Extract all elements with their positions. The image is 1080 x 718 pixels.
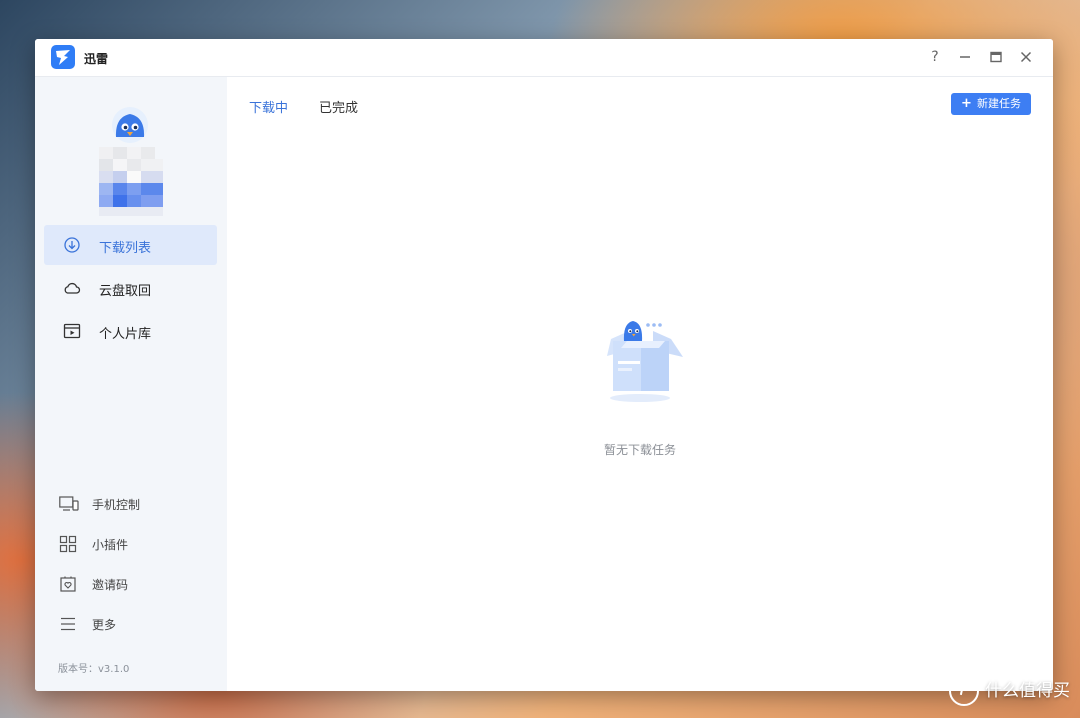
thunder-logo-icon: [51, 45, 75, 69]
sidebar-item-label: 邀请码: [92, 578, 129, 592]
sidebar-item-download-list[interactable]: 下载列表: [44, 225, 217, 265]
devices-icon: [59, 495, 79, 513]
menu-icon: [59, 615, 77, 633]
new-task-button[interactable]: + 新建任务: [951, 93, 1031, 115]
watermark-logo-icon: [949, 676, 979, 706]
main-content: 下载中 已完成 + 新建任务 暂无下载任务: [227, 77, 1053, 691]
gift-icon: [59, 575, 77, 593]
sidebar-item-label: 云盘取回: [99, 284, 152, 299]
empty-state-text: 暂无下载任务: [603, 443, 676, 457]
plus-icon: +: [961, 96, 972, 111]
sidebar-item-cloud-retrieve[interactable]: 云盘取回: [44, 268, 217, 308]
app-window: 迅雷 ? 下载列表 云盘取回 个人片库 手机控制 小插件 邀请码 更多 版本号：…: [35, 39, 1053, 691]
minimize-button[interactable]: [955, 47, 975, 67]
download-circle-icon: [63, 236, 81, 254]
sidebar-item-label: 手机控制: [92, 498, 141, 512]
sidebar-item-more[interactable]: 更多: [59, 613, 209, 635]
grid-icon: [59, 535, 77, 553]
tab-downloading[interactable]: 下载中: [249, 97, 288, 116]
app-title: 迅雷: [84, 52, 109, 66]
sidebar-item-phone-control[interactable]: 手机控制: [59, 493, 209, 515]
version-label: 版本号：v3.1.0: [58, 664, 130, 675]
tab-completed[interactable]: 已完成: [319, 97, 358, 116]
sidebar-item-label: 小插件: [92, 538, 129, 552]
watermark-text: 什么值得买: [985, 681, 1070, 701]
sidebar-item-label: 更多: [92, 618, 117, 632]
avatar[interactable]: [97, 107, 167, 217]
sidebar-item-invite-code[interactable]: 邀请码: [59, 573, 209, 595]
sidebar-item-video-library[interactable]: 个人片库: [44, 311, 217, 351]
sidebar: 下载列表 云盘取回 个人片库 手机控制 小插件 邀请码 更多 版本号：v3.1.…: [35, 77, 227, 691]
cloud-icon: [63, 279, 81, 297]
watermark: 什么值得买: [949, 676, 1070, 706]
sidebar-item-plugins[interactable]: 小插件: [59, 533, 209, 555]
empty-box-icon: [587, 317, 697, 407]
close-button[interactable]: [1016, 47, 1036, 67]
maximize-button[interactable]: [986, 47, 1006, 67]
title-bar[interactable]: 迅雷 ?: [35, 39, 1053, 77]
help-button[interactable]: ?: [925, 47, 945, 67]
sidebar-item-label: 个人片库: [99, 327, 152, 342]
new-task-label: 新建任务: [976, 97, 1021, 110]
video-library-icon: [63, 322, 81, 340]
sidebar-item-label: 下载列表: [99, 241, 152, 256]
